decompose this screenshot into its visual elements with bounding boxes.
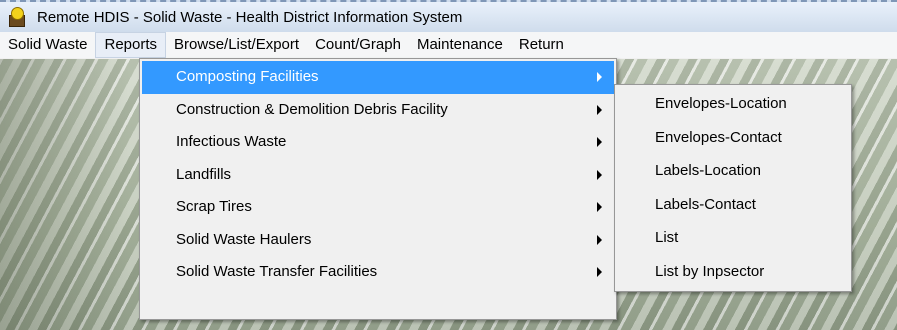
menu-item-list[interactable]: List <box>617 221 849 255</box>
menu-item-label: Composting Facilities <box>176 68 319 85</box>
menu-item-composting-facilities[interactable]: Composting Facilities <box>142 61 614 94</box>
menu-item-labels-location[interactable]: Labels-Location <box>617 154 849 188</box>
menu-item-label: Solid Waste Haulers <box>176 230 312 248</box>
menu-count-graph[interactable]: Count/Graph <box>307 32 409 58</box>
menu-item-label: Scrap Tires <box>176 198 252 215</box>
menu-maintenance[interactable]: Maintenance <box>409 32 511 58</box>
menu-item-label: Landfills <box>176 165 232 183</box>
menu-bar: Solid Waste Reports Browse/List/Export C… <box>0 32 897 59</box>
title-bar: Remote HDIS - Solid Waste - Health Distr… <box>0 0 897 32</box>
window-title: Remote HDIS - Solid Waste - Health Distr… <box>37 8 463 26</box>
menu-item-landfills[interactable]: Landfills <box>142 159 614 192</box>
submenu-arrow-icon <box>597 104 602 115</box>
menu-item-envelopes-contact[interactable]: Envelopes-Contact <box>617 121 849 155</box>
menu-item-labels-contact[interactable]: Labels-Contact <box>617 188 849 222</box>
submenu-arrow-icon <box>597 267 602 278</box>
menu-item-label: Infectious Waste <box>176 133 287 150</box>
menu-item-construction-demolition[interactable]: Construction & Demolition Debris Facilit… <box>142 94 614 127</box>
menu-item-solid-waste-haulers[interactable]: Solid Waste Haulers <box>142 224 614 257</box>
submenu-arrow-icon <box>597 72 602 83</box>
menu-item-label: Solid Waste Transfer Facilities <box>176 263 378 280</box>
menu-reports[interactable]: Reports <box>95 32 167 58</box>
submenu-arrow-icon <box>597 169 602 180</box>
menu-item-label: Construction & Demolition Debris Facilit… <box>176 100 448 118</box>
menu-item-infectious-waste[interactable]: Infectious Waste <box>142 126 614 159</box>
submenu-arrow-icon <box>597 202 602 213</box>
submenu-arrow-icon <box>597 234 602 245</box>
menu-item-envelopes-location[interactable]: Envelopes-Location <box>617 87 849 121</box>
menu-solid-waste[interactable]: Solid Waste <box>0 32 95 58</box>
menu-item-scrap-tires[interactable]: Scrap Tires <box>142 191 614 224</box>
submenu-arrow-icon <box>597 137 602 148</box>
menu-browse-list-export[interactable]: Browse/List/Export <box>166 32 307 58</box>
menu-item-transfer-facilities[interactable]: Solid Waste Transfer Facilities <box>142 256 614 289</box>
hdis-app-icon[interactable] <box>7 7 27 27</box>
menu-return[interactable]: Return <box>511 32 572 58</box>
reports-dropdown: Composting Facilities Construction & Dem… <box>139 58 617 320</box>
menu-item-list-by-inspector[interactable]: List by Inpsector <box>617 255 849 289</box>
composting-submenu: Envelopes-Location Envelopes-Contact Lab… <box>614 84 852 292</box>
